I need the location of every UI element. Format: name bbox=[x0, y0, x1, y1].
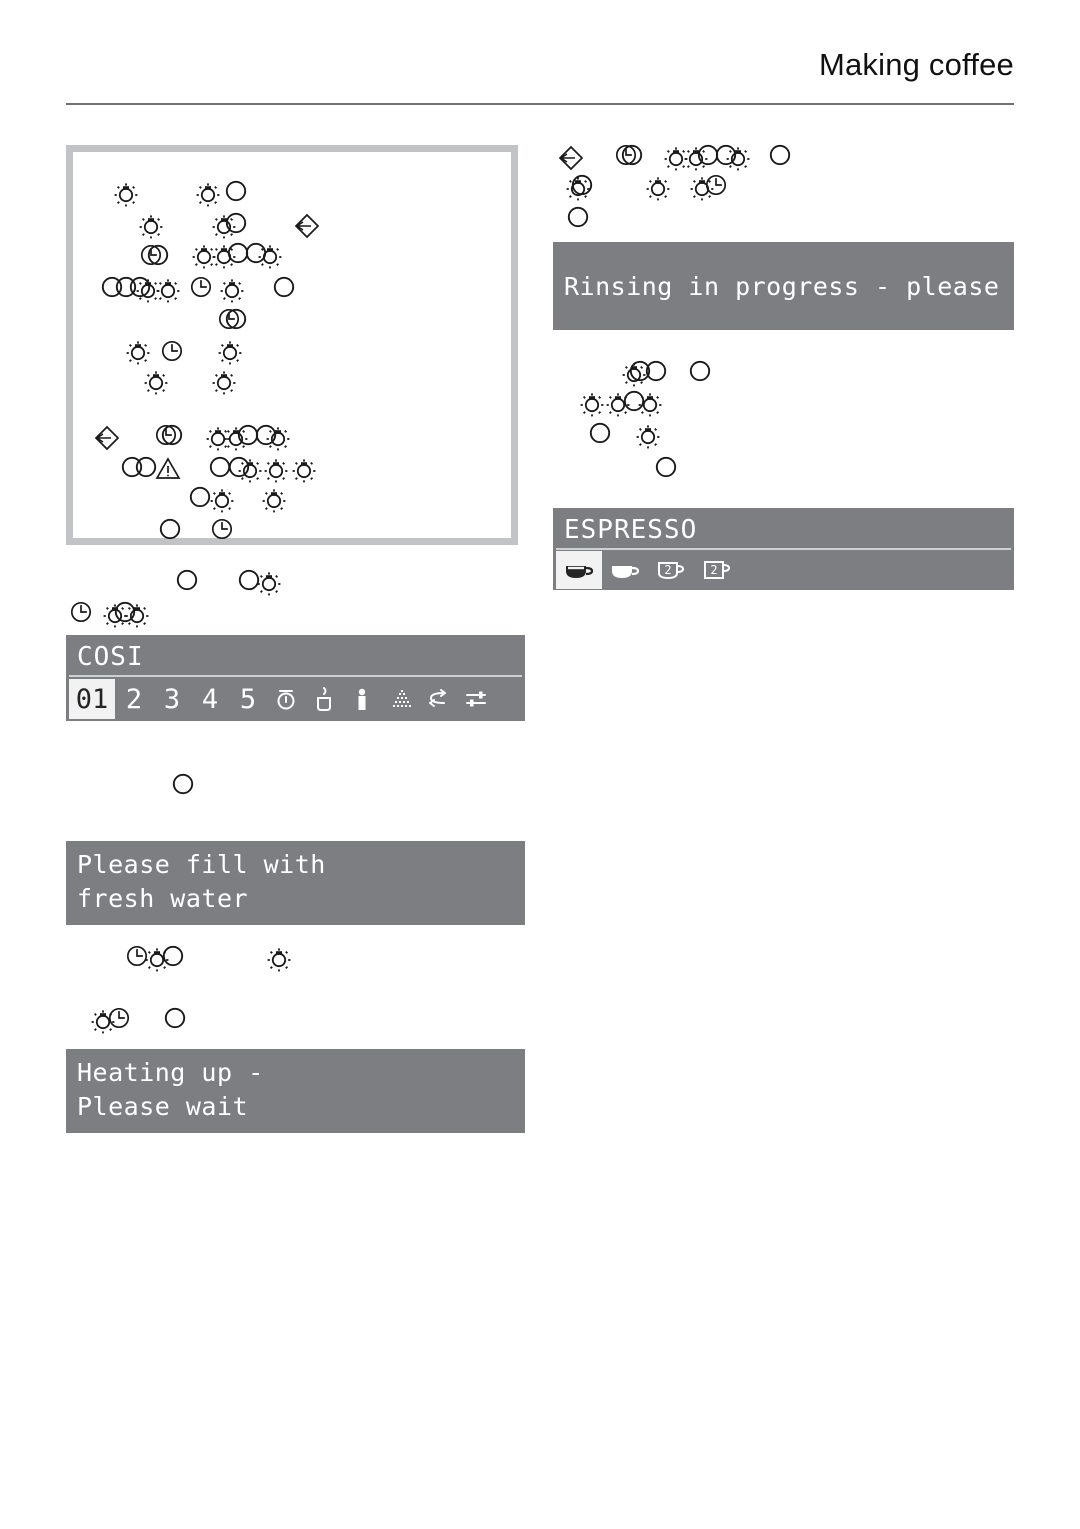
bulb-icon bbox=[637, 392, 663, 418]
bulb-icon bbox=[263, 458, 289, 484]
espresso-display[interactable]: ESPRESSO 22 bbox=[553, 508, 1014, 590]
circle-icon bbox=[589, 422, 611, 444]
espresso-display-cellbar: 22 bbox=[553, 550, 1014, 590]
cosi-cell-sliders-icon[interactable] bbox=[457, 679, 495, 719]
circle-icon bbox=[645, 360, 667, 382]
cosi-display-cellbar: 01 2 3 4 5 bbox=[66, 677, 525, 721]
circle-icon bbox=[164, 1007, 186, 1029]
cosi-cell-swap-arrows-icon[interactable] bbox=[419, 679, 457, 719]
heating-up-line-2: Please wait bbox=[77, 1092, 249, 1121]
rinsing-display[interactable]: Rinsing in progress - please wait bbox=[553, 242, 1077, 330]
circle-icon bbox=[225, 308, 247, 330]
circle-icon bbox=[172, 773, 194, 795]
diamond-icon bbox=[557, 144, 585, 172]
cosi-cell-2[interactable]: 2 bbox=[115, 679, 153, 719]
cosi-cell-4[interactable]: 4 bbox=[191, 679, 229, 719]
espresso-cell-two-cups-tall-icon[interactable]: 2 bbox=[694, 551, 740, 589]
bulb-icon bbox=[257, 244, 283, 270]
framed-symbol-box bbox=[66, 145, 518, 545]
circle-icon bbox=[273, 276, 295, 298]
bulb-icon bbox=[266, 947, 292, 973]
cosi-cell-portion-icon[interactable] bbox=[343, 679, 381, 719]
bulb-icon bbox=[265, 426, 291, 452]
clock-icon bbox=[70, 601, 92, 623]
svg-text:2: 2 bbox=[664, 563, 671, 577]
left-column: COSI 01 2 3 4 5 Please fill with fresh water… bbox=[66, 145, 528, 1133]
heating-up-line-1: Heating up - bbox=[77, 1058, 264, 1087]
svg-text:2: 2 bbox=[710, 563, 717, 577]
clock-icon bbox=[705, 174, 727, 196]
cosi-cell-steaming-cup-icon[interactable] bbox=[305, 679, 343, 719]
circle-icon bbox=[689, 360, 711, 382]
cosi-display-title: COSI bbox=[77, 642, 144, 672]
bulb-icon bbox=[256, 571, 282, 597]
diamond-icon bbox=[93, 424, 121, 452]
circle-icon bbox=[567, 206, 589, 228]
circle-icon bbox=[159, 518, 181, 540]
clock-icon bbox=[211, 518, 233, 540]
bulb-icon bbox=[261, 488, 287, 514]
circle-icon bbox=[655, 456, 677, 478]
circle-icon bbox=[147, 244, 169, 266]
circle-icon bbox=[769, 144, 791, 166]
heating-up-display[interactable]: Heating up - Please wait bbox=[66, 1049, 525, 1133]
fill-water-line-1: Please fill with bbox=[77, 850, 326, 879]
header-divider bbox=[66, 103, 1014, 105]
cosi-cell-timer-icon[interactable] bbox=[267, 679, 305, 719]
bulb-icon bbox=[291, 458, 317, 484]
fill-water-line-2: fresh water bbox=[77, 884, 249, 913]
rinsing-line-1: Rinsing in progress - please wait bbox=[564, 271, 1078, 301]
circle-icon bbox=[176, 569, 198, 591]
espresso-cell-cup-outline-icon[interactable] bbox=[602, 551, 648, 589]
right-column: Rinsing in progress - please wait ESPRES… bbox=[553, 138, 1077, 590]
clock-icon bbox=[161, 340, 183, 362]
circle-icon bbox=[189, 486, 211, 508]
clock-icon bbox=[190, 276, 212, 298]
cosi-cell-5[interactable]: 5 bbox=[229, 679, 267, 719]
bulb-icon bbox=[209, 488, 235, 514]
bulb-icon bbox=[138, 214, 164, 240]
bulb-icon bbox=[143, 370, 169, 396]
cosi-display[interactable]: COSI 01 2 3 4 5 bbox=[66, 635, 525, 721]
bulb-icon bbox=[125, 340, 151, 366]
bulb-icon bbox=[635, 424, 661, 450]
circle-icon bbox=[571, 174, 593, 196]
warning-icon bbox=[155, 456, 181, 480]
bulb-icon bbox=[579, 392, 605, 418]
bulb-icon bbox=[195, 182, 221, 208]
circle-icon bbox=[225, 212, 247, 234]
bulb-icon bbox=[725, 146, 751, 172]
circle-icon bbox=[135, 456, 157, 478]
espresso-cell-two-cups-short-icon[interactable]: 2 bbox=[648, 551, 694, 589]
cosi-cell-3[interactable]: 3 bbox=[153, 679, 191, 719]
espresso-cell-small-cup-filled-icon[interactable] bbox=[556, 551, 602, 589]
page-header: Making coffee bbox=[66, 47, 1014, 82]
bulb-icon bbox=[124, 603, 150, 629]
bulb-icon bbox=[219, 278, 245, 304]
page-title: Making coffee bbox=[818, 47, 1014, 82]
cosi-cell-01[interactable]: 01 bbox=[69, 679, 115, 719]
espresso-display-title: ESPRESSO bbox=[564, 515, 698, 545]
bulb-icon bbox=[211, 370, 237, 396]
circle-icon bbox=[162, 945, 184, 967]
circle-icon bbox=[225, 180, 247, 202]
fill-water-display[interactable]: Please fill with fresh water bbox=[66, 841, 525, 925]
cosi-cell-dotted-beans-icon[interactable] bbox=[381, 679, 419, 719]
bulb-icon bbox=[113, 182, 139, 208]
bulb-icon bbox=[237, 458, 263, 484]
bulb-icon bbox=[155, 278, 181, 304]
clock-icon bbox=[108, 1007, 130, 1029]
diamond-icon bbox=[293, 212, 321, 240]
circle-icon bbox=[161, 424, 183, 446]
circle-icon bbox=[621, 144, 643, 166]
bulb-icon bbox=[217, 340, 243, 366]
bulb-icon bbox=[645, 176, 671, 202]
